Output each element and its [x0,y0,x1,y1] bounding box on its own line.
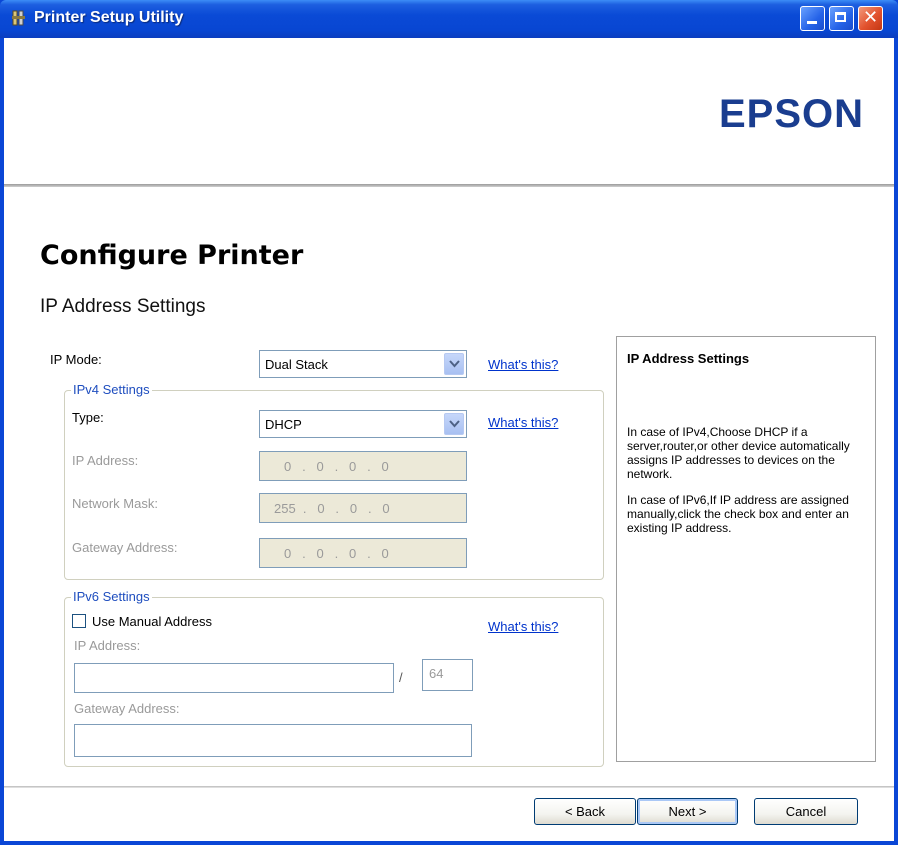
ip-mode-value: Dual Stack [265,357,328,372]
ipv6-gateway-input[interactable] [74,724,472,757]
dialog-client-area: EPSON Configure Printer IP Address Setti… [4,38,894,841]
ipv6-whats-this-link[interactable]: What's this? [488,619,558,634]
epson-logo: EPSON [718,92,864,136]
help-ipv4-text: In case of IPv4,Choose DHCP if a server,… [627,425,850,481]
ipv4-gateway-label: Gateway Address: [72,540,178,555]
title-bar[interactable]: Printer Setup Utility ✕ [0,0,898,38]
printer-utility-icon [12,10,25,26]
close-glyph: ✕ [863,7,879,28]
ipv6-ip-address-input[interactable] [74,663,394,693]
ipv6-prefix-value: 64 [429,666,444,681]
ipv4-network-mask-value: 255 . 0 . 0 . 0 [274,501,390,516]
ipv6-settings-legend: IPv6 Settings [71,589,152,604]
minimize-icon[interactable] [800,6,825,31]
prefix-separator: / [399,670,403,685]
ipv6-prefix-length-input[interactable]: 64 [422,659,473,691]
ipv4-ip-address-label: IP Address: [72,453,139,468]
ipv6-ip-address-label: IP Address: [74,638,141,653]
use-manual-address-checkbox[interactable] [72,614,86,628]
help-panel: IP Address Settings In case of IPv4,Choo… [616,336,876,762]
ipv4-network-mask-label: Network Mask: [72,496,158,511]
page-subtitle: IP Address Settings [40,296,206,317]
ipv4-type-dropdown[interactable]: DHCP [259,410,467,438]
next-button[interactable]: Next > [637,798,738,825]
chevron-down-icon[interactable] [444,353,464,375]
header-divider [4,184,894,187]
ipv6-gateway-label: Gateway Address: [74,701,180,716]
footer-divider [4,786,894,788]
ipv4-type-label: Type: [72,410,104,425]
ipv4-network-mask-field: 255 . 0 . 0 . 0 [259,493,467,523]
header-band: EPSON [4,38,894,184]
chevron-down-icon[interactable] [444,413,464,435]
ipv4-type-value: DHCP [265,417,302,432]
cancel-button[interactable]: Cancel [754,798,858,825]
maximize-icon[interactable] [829,6,854,31]
use-manual-address-label[interactable]: Use Manual Address [92,614,212,629]
ipv4-ip-address-field: 0 . 0 . 0 . 0 [259,451,467,481]
page-title: Configure Printer [40,240,304,271]
help-title: IP Address Settings [627,351,750,366]
window-title: Printer Setup Utility [34,9,184,26]
close-icon[interactable]: ✕ [858,6,883,31]
ipv4-type-whats-this-link[interactable]: What's this? [488,415,558,430]
ipv4-ip-address-value: 0 . 0 . 0 . 0 [284,459,389,474]
back-button[interactable]: < Back [534,798,636,825]
ip-mode-dropdown[interactable]: Dual Stack [259,350,467,378]
ip-mode-whats-this-link[interactable]: What's this? [488,357,558,372]
ip-mode-label: IP Mode: [50,352,102,367]
ipv4-gateway-field: 0 . 0 . 0 . 0 [259,538,467,568]
help-ipv6-text: In case of IPv6,If IP address are assign… [627,493,849,535]
ipv4-gateway-value: 0 . 0 . 0 . 0 [284,546,389,561]
ipv4-settings-legend: IPv4 Settings [71,382,152,397]
printer-setup-window: Printer Setup Utility ✕ EPSON Configure … [0,0,898,845]
